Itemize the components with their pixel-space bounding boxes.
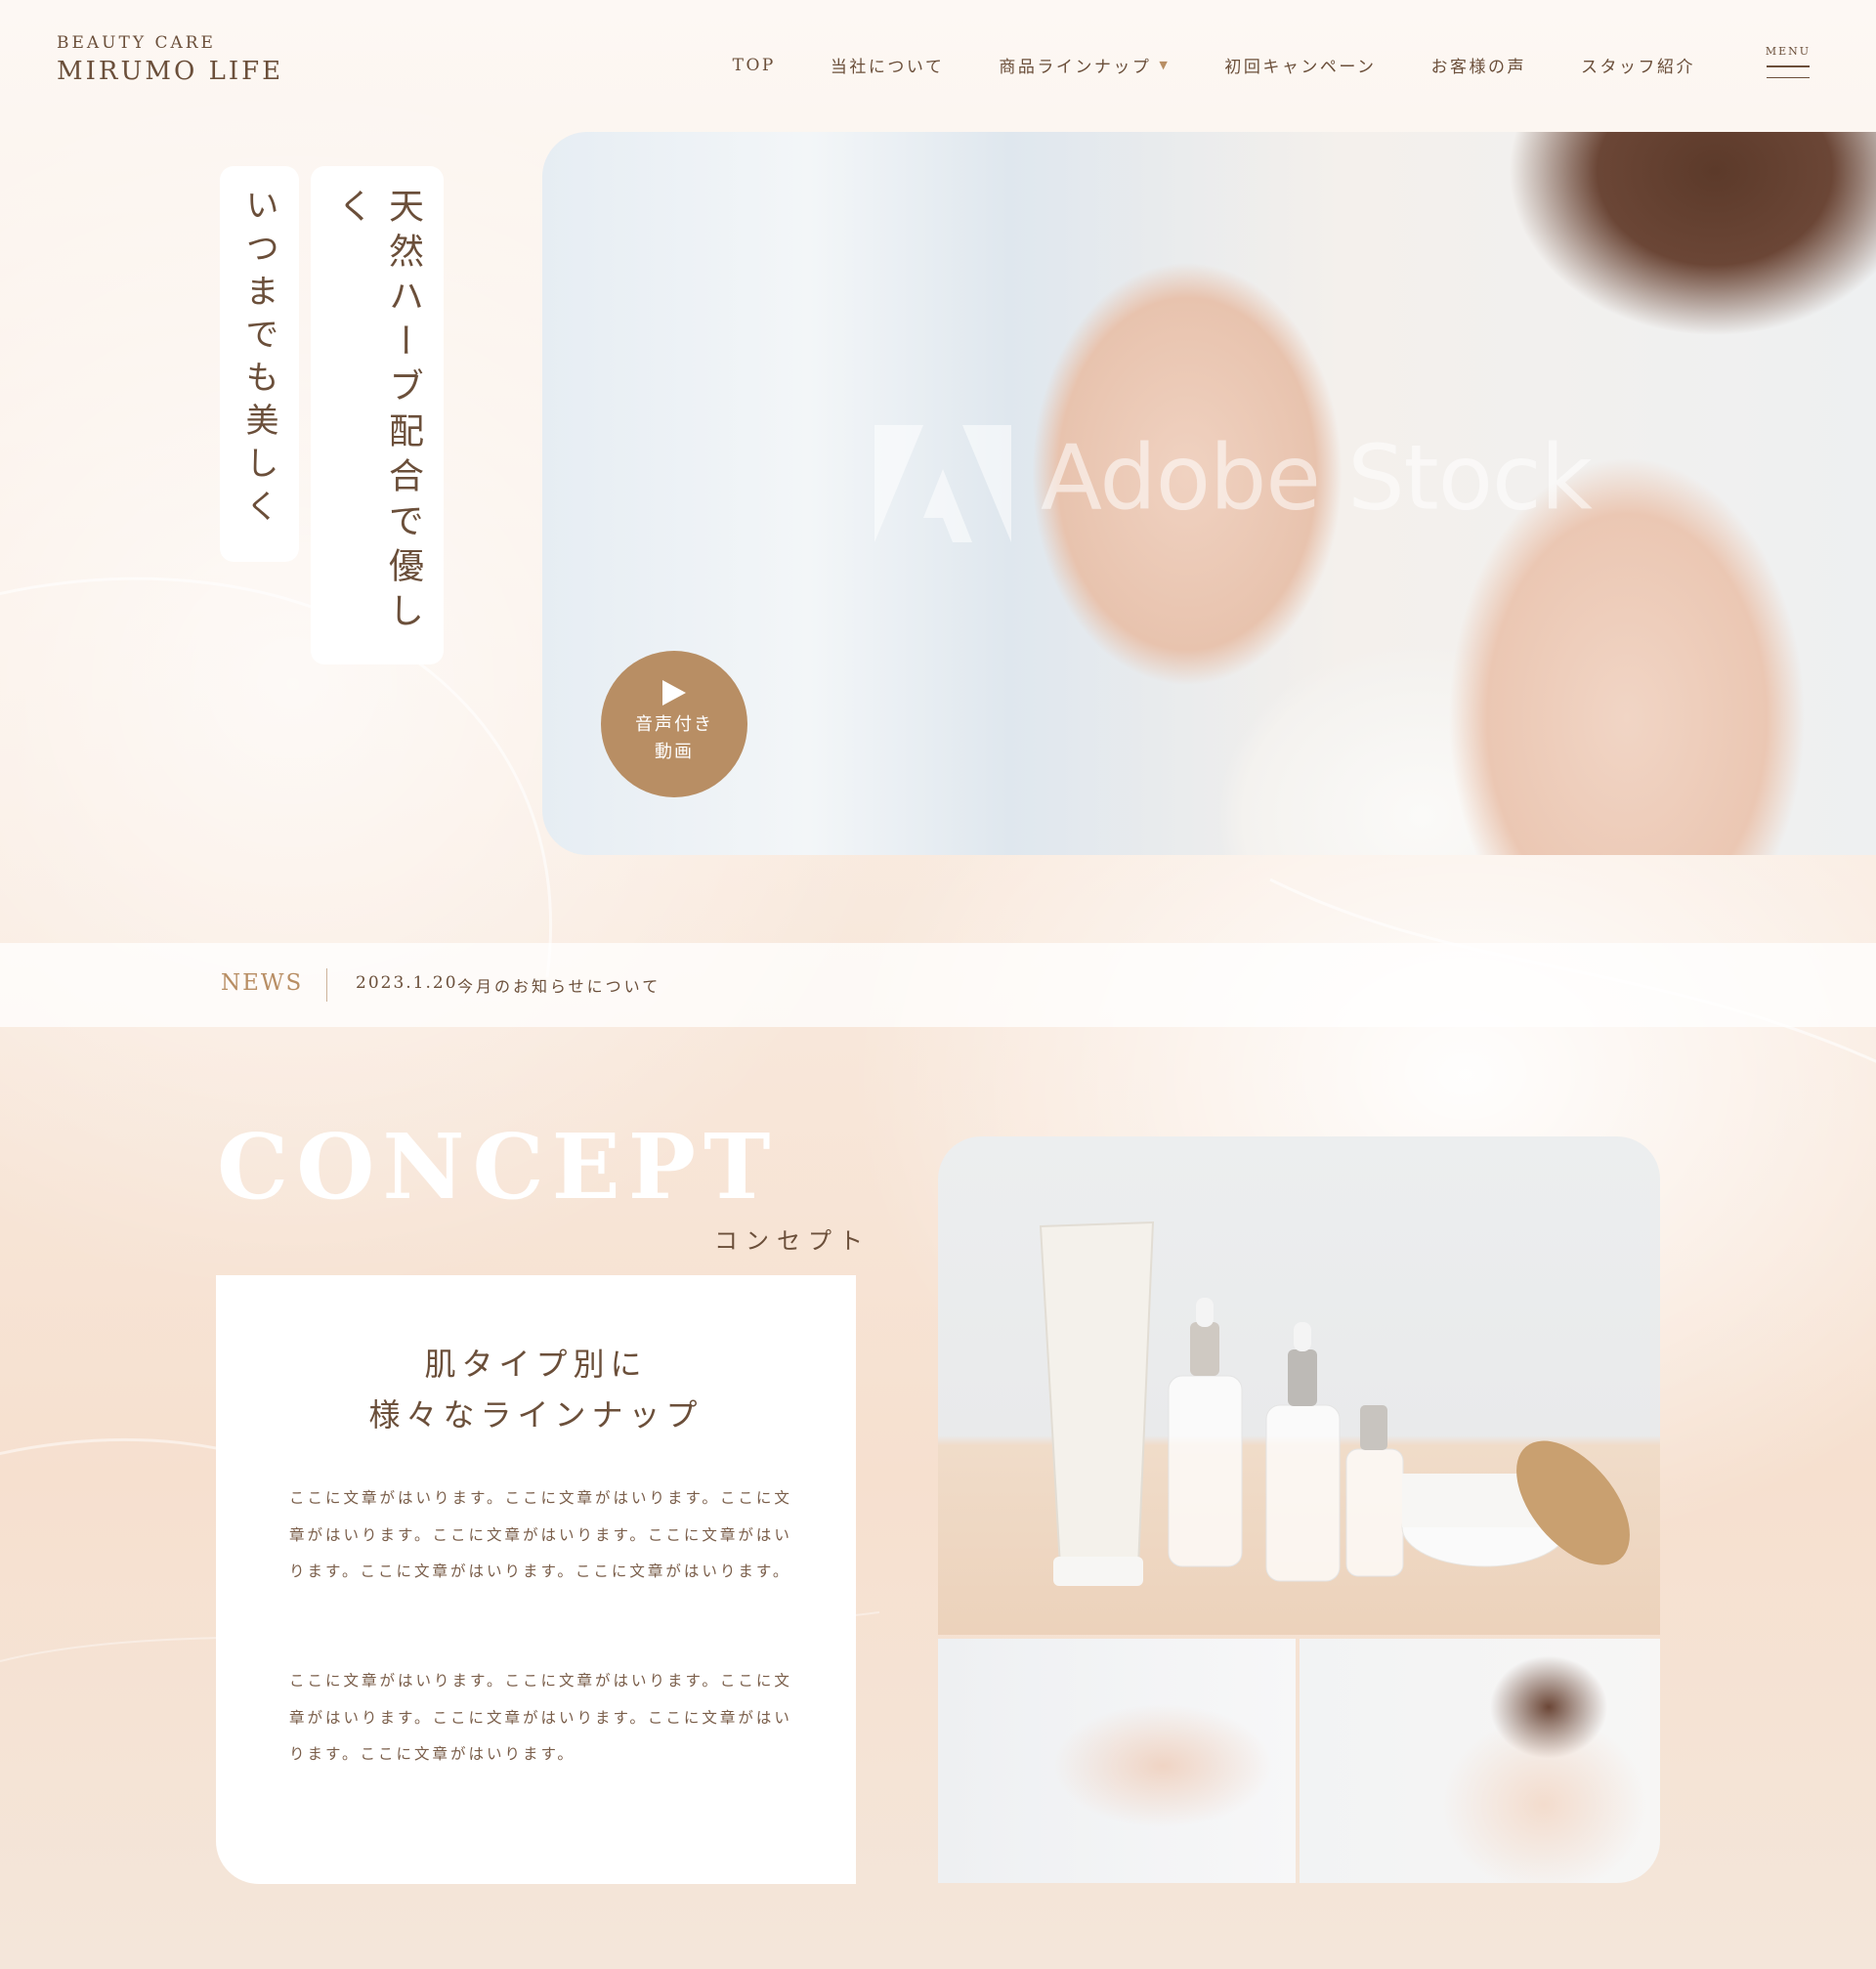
concept-heading: 肌タイプ別に 様々なラインナップ (216, 1339, 856, 1440)
nav-item-label: スタッフ紹介 (1581, 58, 1695, 77)
menu-label: MENU (1765, 45, 1812, 58)
news-label: NEWS (221, 970, 304, 996)
concept-title: CONCEPT (217, 1114, 779, 1220)
news-link[interactable]: 今月のお知らせについて (457, 973, 661, 997)
global-nav: TOP 当社について 商品ラインナップ ▼ 初回キャンペーン お客様の声 スタッフ… (733, 53, 1695, 78)
news-date: 2023.1.20 (356, 973, 458, 993)
site-logo[interactable]: BEAUTY CARE MIRUMO LIFE (57, 33, 283, 86)
nav-item-staff[interactable]: スタッフ紹介 (1581, 53, 1695, 77)
nav-item-label: 初回キャンペーン (1224, 58, 1377, 77)
video-button-line1: 音声付き (635, 714, 713, 735)
menu-button[interactable]: MENU (1759, 45, 1817, 78)
nav-item-lineup[interactable]: 商品ラインナップ ▼ (999, 53, 1170, 77)
hamburger-icon-line (1767, 76, 1810, 78)
hero-copy-main: 天然ハーブ配合で優しく (311, 166, 444, 664)
nav-item-campaign[interactable]: 初回キャンペーン (1224, 53, 1376, 77)
hero-copy-sub: いつまでも美しく (220, 166, 299, 562)
nav-item-top[interactable]: TOP (733, 53, 776, 77)
concept-heading-line2: 様々なラインナップ (368, 1396, 704, 1434)
video-button-line2: 動画 (655, 742, 694, 762)
news-divider (326, 968, 327, 1002)
adobe-logo-icon (874, 425, 1011, 542)
logo-name: MIRUMO LIFE (57, 57, 284, 86)
watermark-text: Adobe Stock (1041, 425, 1593, 531)
video-play-button[interactable]: 音声付き 動画 (601, 651, 747, 797)
concept-heading-line1: 肌タイプ別に (424, 1346, 648, 1383)
product-photo (938, 1136, 1660, 1635)
nav-item-voice[interactable]: お客様の声 (1431, 53, 1527, 77)
caret-down-icon: ▼ (1159, 59, 1171, 71)
nav-item-label: お客様の声 (1430, 58, 1526, 77)
hamburger-icon (1767, 65, 1810, 67)
concept-paragraph: ここに文章がはいります。ここに文章がはいります。ここに文章がはいります。ここに文… (289, 1672, 792, 1763)
legs-care-photo (938, 1639, 1296, 1883)
arm-care-photo (1300, 1639, 1660, 1883)
stock-watermark: Adobe Stock (874, 425, 1593, 542)
logo-subtitle: BEAUTY CARE (57, 33, 216, 53)
concept-subtitle: コンセプト (714, 1227, 871, 1255)
news-bar: NEWS 2023.1.20 今月のお知らせについて (0, 943, 1876, 1027)
nav-item-about[interactable]: 当社について (831, 53, 945, 77)
nav-item-label: TOP (732, 55, 776, 75)
nav-item-label: 商品ラインナップ (999, 58, 1152, 77)
cosmetics-illustration (1039, 1220, 1630, 1586)
nav-item-label: 当社について (830, 58, 945, 77)
play-icon (662, 680, 686, 706)
concept-paragraph: ここに文章がはいります。ここに文章がはいります。ここに文章がはいります。ここに文… (289, 1489, 792, 1580)
concept-card: 肌タイプ別に 様々なラインナップ ここに文章がはいります。ここに文章がはいります… (216, 1275, 856, 1884)
